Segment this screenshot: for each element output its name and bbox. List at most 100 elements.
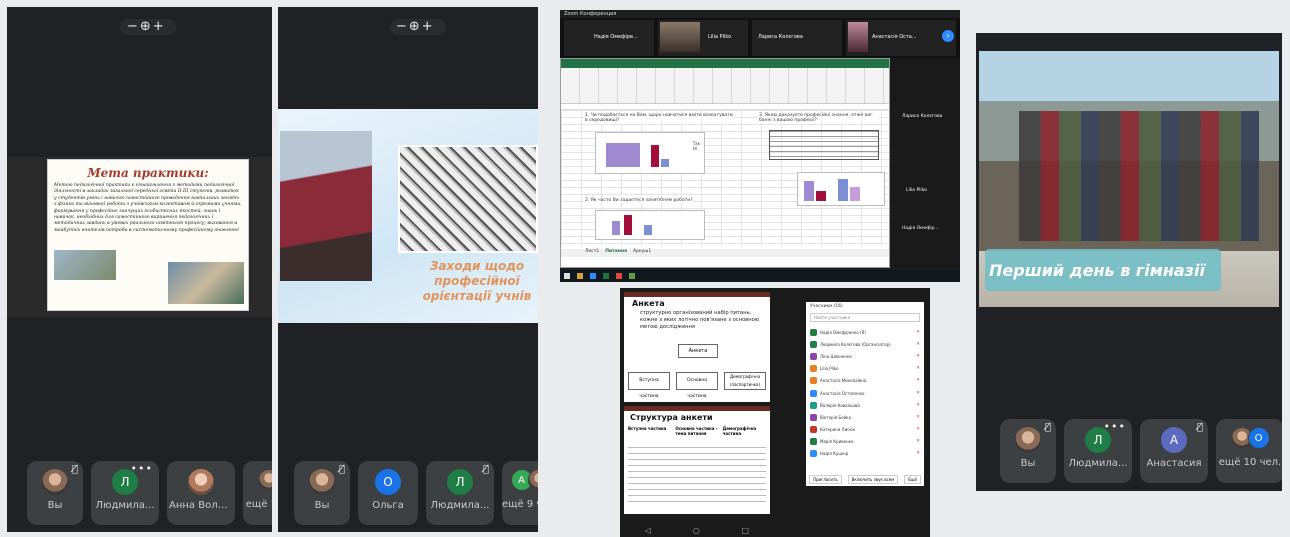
participant-row[interactable]: Надія Омефіренко (Я) ✕ <box>810 326 920 338</box>
slide-photo <box>168 262 244 304</box>
slide-title: Мета практики: <box>87 166 209 180</box>
phone-screen-1: −⊕+ Мета практики: Метою педагогічної пр… <box>7 7 272 532</box>
participant-row[interactable]: Вікторія Бойко ✕ <box>810 411 920 423</box>
participant-tile[interactable]: 🎙̸ Л Людмила... <box>426 461 494 525</box>
mic-off-icon: ✕ <box>916 439 920 445</box>
participant-row[interactable]: Людмила Колєгова (Організатор) ✕ <box>810 338 920 350</box>
avatar: О <box>375 469 401 495</box>
recents-icon[interactable]: □ <box>742 526 750 535</box>
app-icon[interactable] <box>603 273 609 279</box>
more-options-icon[interactable]: ••• <box>1104 420 1126 433</box>
search-input[interactable]: Найти участника <box>810 313 920 322</box>
video-thumbnail[interactable]: Надія Омефіре... <box>564 20 654 56</box>
sheet-tab[interactable]: Аркуш1 <box>633 249 651 257</box>
participant-name: Людмила Колєгова (Організатор) <box>820 341 891 347</box>
phone-screen-2: −⊕+ Заходи щодо професійної орієнтації у… <box>278 7 538 532</box>
mic-off-icon: ✕ <box>916 402 920 408</box>
mic-off-icon: ✕ <box>916 390 920 396</box>
participant-name: Анастасія Остапенко <box>820 390 865 396</box>
home-icon[interactable]: ○ <box>693 526 700 535</box>
mic-off-icon: ✕ <box>916 451 920 457</box>
group-photo-people <box>1019 111 1259 241</box>
video-thumbnail[interactable]: Lilia Pliko <box>658 20 748 56</box>
unmute-all-button[interactable]: Включить звук всем <box>847 475 899 484</box>
windows-taskbar <box>560 270 960 282</box>
participant-tile[interactable]: Анна Воло... <box>167 461 235 525</box>
bar-chart-3 <box>797 172 885 206</box>
back-icon[interactable]: ◁ <box>645 526 651 535</box>
participant-name: Lilia Pliko <box>820 366 839 372</box>
app-icon[interactable] <box>629 273 635 279</box>
app-icon[interactable] <box>590 273 596 279</box>
start-icon[interactable] <box>564 273 570 279</box>
slide-photo-small <box>54 250 116 280</box>
bar-chart-1: Так Ні <box>595 132 705 174</box>
participants-panel: Учасники (16) Найти участника Надія Омеф… <box>806 302 924 486</box>
participant-name: Лариса Колєгова <box>758 34 803 40</box>
video-thumbnail[interactable]: Лариса Колєгова <box>752 20 842 56</box>
more-participants-tile[interactable]: А ещё 9 чел. <box>502 461 538 525</box>
desktop-zoom-window: Zoom Конференция Надія Омефіре... Lilia … <box>560 10 960 282</box>
participant-row[interactable]: Ліна Шевченко ✕ <box>810 350 920 362</box>
participant-row[interactable]: Анастасія Миколаївна ✕ <box>810 375 920 387</box>
avatar <box>810 377 817 385</box>
participant-tile-self[interactable]: 🎙̸ Вы <box>294 461 350 525</box>
mic-off-icon: 🎙̸ <box>71 464 78 475</box>
participant-row[interactable]: Валерія Ковальова ✕ <box>810 399 920 411</box>
participant-tile[interactable]: О Ольга <box>358 461 418 525</box>
mic-off-icon: 🎙̸ <box>482 464 489 475</box>
participant-row[interactable]: Lilia Pliko ✕ <box>810 363 920 375</box>
excel-window: 1. Чи подобається на Вам, щоро навчатися… <box>560 58 890 268</box>
slide-photo-leaflets <box>398 145 538 253</box>
participant-tile[interactable]: ••• Л Людмила... <box>91 461 159 525</box>
slide-title: Структура анкети <box>630 413 713 422</box>
question-1: 1. Чи подобається на Вам, щоро навчатися… <box>585 113 735 123</box>
app-icon[interactable] <box>577 273 583 279</box>
mic-off-icon: 🎙̸ <box>1196 422 1203 433</box>
participant-name: Надія Омефіренко (Я) <box>820 329 866 335</box>
participant-row[interactable]: Анастасія Остапенко ✕ <box>810 387 920 399</box>
participant-row[interactable]: Катерина Лисюк ✕ <box>810 424 920 436</box>
mobile-screen-share: Анкета структурно організований набір пи… <box>620 288 930 537</box>
participant-row[interactable]: Марія Кривенко ✕ <box>810 436 920 448</box>
presentation-slide: Заходи щодо професійної орієнтації учнів <box>278 109 538 323</box>
more-button[interactable]: Ещё <box>904 475 921 484</box>
app-icon[interactable] <box>616 273 622 279</box>
mic-off-icon: ✕ <box>916 341 920 347</box>
avatar <box>42 469 68 495</box>
invite-button[interactable]: Пригласить <box>808 475 842 484</box>
next-page-icon[interactable]: › <box>942 30 954 42</box>
zoom-in-icon[interactable]: −⊕+ <box>127 19 166 34</box>
question-2: 2. Як часто Ви задаєтеся занятібням робо… <box>585 198 693 203</box>
avatar <box>810 352 817 360</box>
participant-name: Лариса Колєгова <box>902 114 943 119</box>
participant-tile-self[interactable]: 🎙̸ Вы <box>27 461 83 525</box>
diagram-box: Основна частина <box>676 372 718 399</box>
participant-name: Надія Кушнір <box>820 451 849 457</box>
presentation-slide: Перший день в гімназії <box>979 51 1279 307</box>
participant-row[interactable]: Надія Кушнір ✕ <box>810 448 920 460</box>
mic-off-icon: 🎙̸ <box>1044 422 1051 433</box>
more-participants-tile[interactable]: ещё 11 чел. <box>243 461 272 525</box>
more-options-icon[interactable]: ••• <box>131 462 153 475</box>
avatar <box>309 469 335 495</box>
participant-name: Lilia Pliko <box>708 34 732 40</box>
sheet-tab[interactable]: Питання <box>605 249 627 257</box>
avatar <box>810 426 817 434</box>
participants-bar: 🎙̸ Вы ••• Л Людмила... Анна Воло... ещё … <box>27 461 272 525</box>
avatar <box>810 413 817 421</box>
mic-off-icon: ✕ <box>916 427 920 433</box>
slide-title: Анкета <box>632 299 665 308</box>
avatar <box>1015 427 1041 453</box>
video-thumbnail[interactable]: Анастасія Оста... › <box>846 20 956 56</box>
mic-off-icon: ✕ <box>916 366 920 372</box>
participant-tile[interactable]: 🎙̸ А Анастасия <box>1140 419 1208 483</box>
more-participants-tile[interactable]: О ещё 10 чел. <box>1216 419 1282 483</box>
avatar: О <box>1247 427 1270 449</box>
participant-tile-self[interactable]: 🎙̸ Вы <box>1000 419 1056 483</box>
sheet-tab[interactable]: Лист1 <box>585 249 599 257</box>
avatar <box>810 389 817 397</box>
mic-off-icon: 🎙̸ <box>338 464 345 475</box>
zoom-in-icon[interactable]: −⊕+ <box>396 19 435 34</box>
participant-tile[interactable]: ••• Л Людмила... <box>1064 419 1132 483</box>
